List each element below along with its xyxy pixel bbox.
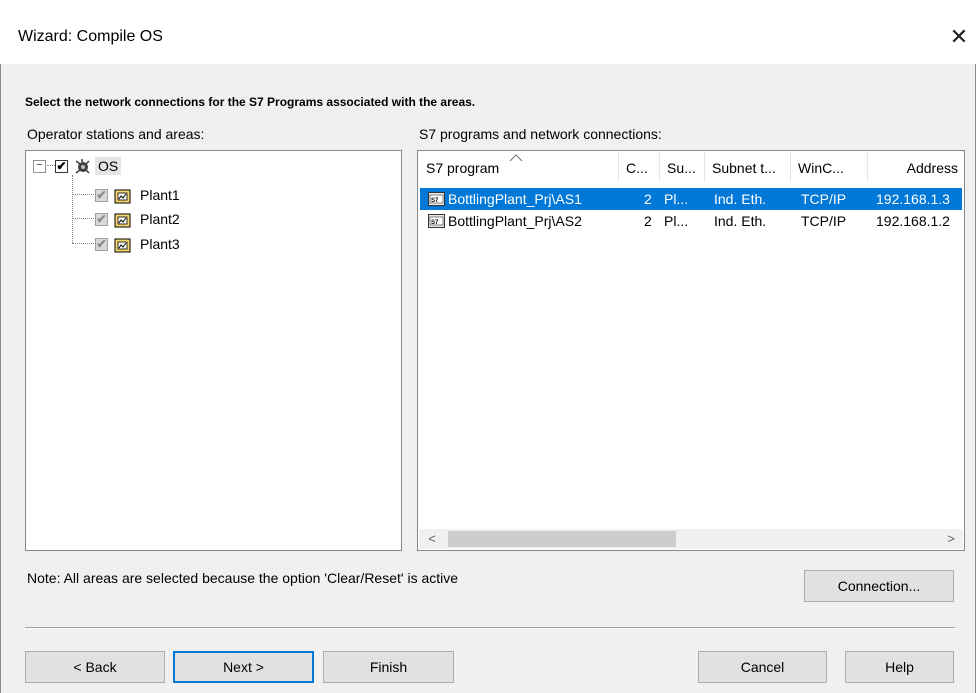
area-folder-icon	[114, 238, 131, 252]
note-text: Note: All areas are selected because the…	[27, 570, 459, 586]
plant2-checkbox: ✔	[95, 211, 108, 226]
column-header-winc[interactable]: WinC...	[791, 152, 868, 182]
close-icon[interactable]: ✕	[946, 24, 972, 50]
s7-program-icon: S7	[428, 214, 445, 228]
area-tree[interactable]: − ✔ OS ✔ Plant1 ✔ Plant2 ✔ Plant3	[25, 150, 402, 551]
help-button[interactable]: Help	[845, 651, 954, 683]
left-panel-label: Operator stations and areas:	[27, 126, 205, 142]
plant3-checkbox: ✔	[95, 236, 108, 251]
cell-winc: TCP/IP	[801, 213, 847, 229]
tree-node-os[interactable]: − ✔ OS	[33, 155, 122, 177]
cell-subnet: Ind. Eth.	[714, 191, 767, 207]
column-header-address[interactable]: Address	[868, 152, 963, 182]
cell-program: BottlingPlant_Prj\AS2	[448, 213, 582, 229]
area-folder-icon	[114, 213, 131, 227]
right-panel-label: S7 programs and network connections:	[419, 126, 662, 142]
cell-su: Pl...	[664, 213, 689, 229]
connection-button[interactable]: Connection...	[804, 570, 954, 602]
s7-program-icon: S7	[428, 192, 445, 206]
svg-text:S7: S7	[431, 198, 439, 204]
tree-label-plant3[interactable]: Plant3	[137, 235, 183, 253]
tree-node-plant1[interactable]: ✔ Plant1	[95, 184, 183, 206]
column-header-s7-program[interactable]: S7 program	[419, 152, 619, 182]
back-button[interactable]: < Back	[25, 651, 165, 683]
collapse-icon[interactable]: −	[33, 159, 46, 173]
scroll-right-icon[interactable]: >	[941, 529, 961, 549]
title-bar: Wizard: Compile OS ✕	[0, 0, 976, 64]
divider	[25, 627, 955, 629]
instruction-text: Select the network connections for the S…	[25, 95, 476, 109]
column-header-su[interactable]: Su...	[660, 152, 705, 182]
cell-address: 192.168.1.3	[876, 191, 950, 207]
column-header-subnet[interactable]: Subnet t...	[705, 152, 791, 182]
cell-c: 2	[644, 191, 652, 207]
window-title: Wizard: Compile OS	[18, 28, 163, 45]
cell-c: 2	[644, 213, 652, 229]
os-station-icon	[75, 158, 90, 174]
column-header-c[interactable]: C...	[619, 152, 660, 182]
table-row[interactable]: S7 BottlingPlant_Prj\AS1 2 Pl... Ind. Et…	[420, 188, 962, 210]
cell-program: BottlingPlant_Prj\AS1	[448, 191, 582, 207]
cell-subnet: Ind. Eth.	[714, 213, 767, 229]
list-header: S7 program C... Su... Subnet t... WinC..…	[419, 152, 963, 182]
horizontal-scrollbar[interactable]: < >	[419, 529, 963, 549]
scrollbar-thumb[interactable]	[448, 531, 676, 547]
scroll-left-icon[interactable]: <	[422, 529, 442, 549]
tree-node-plant2[interactable]: ✔ Plant2	[95, 208, 183, 230]
cell-su: Pl...	[664, 191, 689, 207]
s7-program-list[interactable]: S7 program C... Su... Subnet t... WinC..…	[417, 150, 965, 551]
cell-address: 192.168.1.2	[876, 213, 950, 229]
tree-label-plant1[interactable]: Plant1	[137, 186, 183, 204]
cancel-button[interactable]: Cancel	[698, 651, 827, 683]
finish-button[interactable]: Finish	[323, 651, 454, 683]
window-border-left	[0, 0, 1, 693]
area-folder-icon	[114, 189, 131, 203]
tree-label-plant2[interactable]: Plant2	[137, 210, 183, 228]
os-checkbox[interactable]: ✔	[55, 159, 68, 173]
table-row[interactable]: S7 BottlingPlant_Prj\AS2 2 Pl... Ind. Et…	[420, 210, 962, 232]
svg-text:S7: S7	[431, 220, 439, 226]
cell-winc: TCP/IP	[801, 191, 847, 207]
plant1-checkbox: ✔	[95, 187, 108, 202]
tree-label-os[interactable]: OS	[95, 157, 122, 175]
next-button[interactable]: Next >	[173, 651, 314, 683]
tree-node-plant3[interactable]: ✔ Plant3	[95, 233, 183, 255]
